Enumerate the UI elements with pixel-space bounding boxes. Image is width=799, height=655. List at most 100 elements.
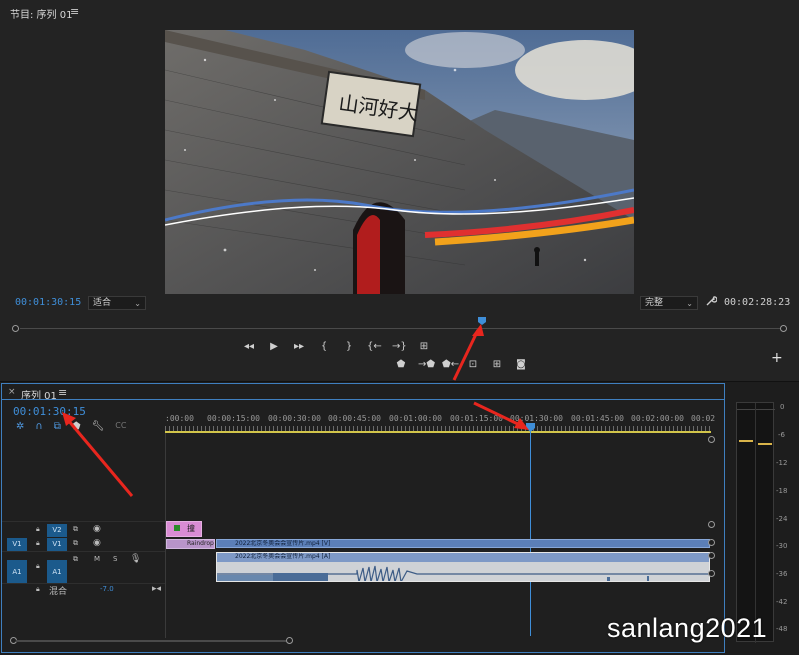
meter-level-right <box>758 443 772 445</box>
audio-clip-label: 2022北京冬奥会会宣传片.mp4 [A] <box>235 553 331 560</box>
nest-icon[interactable]: ✲ <box>16 421 24 432</box>
lock-icon[interactable]: 🔒︎ <box>36 539 40 548</box>
playback-resolution-dropdown[interactable]: 完整 ⌄ <box>640 296 698 310</box>
snap-icon[interactable]: ∩ <box>35 421 42 432</box>
microphone-icon[interactable]: 🎙︎ <box>130 554 141 564</box>
track-header-v1: V1 🔒︎ V1 ⧉ ◉ <box>2 538 165 551</box>
program-monitor-panel: 节目: 序列 01 ≡ 山河好大 00:01:30:15 适合 ⌄ 完整 ⌄ 0… <box>0 0 799 382</box>
video-clip-label: 2022北京冬奥会会宣传片.mp4 [V] <box>235 540 331 547</box>
ruler-label: 00:02 <box>691 414 716 423</box>
audio-meter <box>736 402 775 643</box>
scrubber-start-handle[interactable] <box>12 325 19 332</box>
go-to-out-icon[interactable]: →} <box>392 341 407 353</box>
db-label: -12 <box>776 459 788 467</box>
solo-button[interactable]: S <box>113 555 117 563</box>
db-label: -30 <box>776 542 788 550</box>
mix-volume-value[interactable]: -7.0 <box>100 585 114 593</box>
horizontal-zoom-scrollbar[interactable] <box>10 637 293 645</box>
marker-icon[interactable]: ⬟ <box>394 359 408 371</box>
raindrop-clip[interactable]: Raindrop <box>166 539 215 549</box>
track-header-a1: A1 🔒︎ A1 ⧉ M S 🎙︎ <box>2 551 165 584</box>
video-frame-image: 山河好大 <box>165 30 634 294</box>
sync-lock-icon[interactable]: ⧉ <box>73 539 78 548</box>
work-area-bar[interactable] <box>165 431 711 433</box>
scroll-handle-top[interactable] <box>708 436 715 443</box>
ruler-label: 00:02:00:00 <box>631 414 684 423</box>
time-ruler[interactable]: :00:00 00:00:15:00 00:00:30:00 00:00:45:… <box>165 411 715 433</box>
source-patch-v1[interactable]: V1 <box>7 538 27 551</box>
db-label: -6 <box>778 431 785 439</box>
mark-out-icon[interactable]: } <box>342 341 356 353</box>
wrench-icon[interactable] <box>705 295 718 310</box>
resolution-dropdown-value: 完整 <box>645 298 664 308</box>
track-resize-handle[interactable] <box>708 570 715 577</box>
panel-menu-icon[interactable]: ≡ <box>58 386 67 399</box>
fit-dropdown[interactable]: 适合 ⌄ <box>88 296 146 310</box>
ruler-label: 00:00:30:00 <box>268 414 321 423</box>
scroll-handle-bottom[interactable] <box>708 521 715 528</box>
eye-icon[interactable]: ◉ <box>93 524 101 534</box>
lock-icon[interactable]: 🔒︎ <box>36 585 40 594</box>
track-target-v2[interactable]: V2 <box>47 524 67 537</box>
watermark-text: sanlang2021 <box>607 613 768 643</box>
zoom-handle-right[interactable] <box>286 637 293 644</box>
audio-clip-header: 2022北京冬奥会会宣传片.mp4 [A] <box>217 553 709 562</box>
scrubber-end-handle[interactable] <box>780 325 787 332</box>
program-duration: 00:02:28:23 <box>724 297 791 308</box>
annotation-arrow <box>62 412 134 497</box>
insert-icon[interactable]: →⬟ <box>418 359 435 371</box>
raindrop-clip-label: Raindrop <box>187 540 214 547</box>
db-label: 0 <box>780 403 785 411</box>
track-header-v2: 🔒︎ V2 ⧉ ◉ <box>2 521 165 538</box>
video-clip-v1[interactable]: 2022北京冬奥会会宣传片.mp4 [V] <box>216 539 710 548</box>
title-clip[interactable]: 撞 <box>166 521 202 537</box>
lift-icon[interactable]: ⊞ <box>417 341 431 353</box>
ruler-label: 00:01:00:00 <box>389 414 442 423</box>
add-button-icon[interactable]: + <box>771 350 783 366</box>
lock-icon[interactable]: 🔒︎ <box>36 562 40 571</box>
peak-indicator[interactable] <box>737 403 775 410</box>
track-target-v1[interactable]: V1 <box>47 538 67 551</box>
timeline-header-divider <box>2 399 724 400</box>
play-icon[interactable]: ▶ <box>267 341 281 353</box>
transport-controls: ◂◂ ▶ ▸▸ { } {← →} ⊞ <box>242 341 431 353</box>
step-forward-icon[interactable]: ▸▸ <box>292 341 306 353</box>
sync-lock-icon[interactable]: ⧉ <box>73 525 78 534</box>
export-frame-icon[interactable]: ⊞ <box>490 359 504 371</box>
track-header-mix: 🔒︎ 混合 -7.0 ▸◂ <box>2 583 165 597</box>
chevron-down-icon: ⌄ <box>686 299 693 308</box>
mute-button[interactable]: M <box>94 555 100 563</box>
ruler-label: 00:00:45:00 <box>328 414 381 423</box>
scrubber-track <box>20 328 780 329</box>
db-label: -18 <box>776 487 788 495</box>
go-to-end-icon[interactable]: ▸◂ <box>152 584 161 594</box>
mix-label: 混合 <box>49 587 68 597</box>
sync-lock-icon[interactable]: ⧉ <box>73 555 78 564</box>
program-monitor-title[interactable]: 节目: 序列 01 <box>10 6 72 21</box>
title-clip-label: 撞 <box>187 524 195 533</box>
close-icon[interactable]: × <box>8 387 16 397</box>
video-preview: 山河好大 <box>165 30 634 294</box>
audio-clip-a1[interactable]: 2022北京冬奥会会宣传片.mp4 [A] <box>216 552 710 582</box>
eye-icon[interactable]: ◉ <box>93 538 101 548</box>
track-resize-handle[interactable] <box>708 539 715 546</box>
zoom-track <box>16 640 286 642</box>
playhead-line <box>530 432 531 636</box>
ruler-label: 00:01:45:00 <box>571 414 624 423</box>
track-target-a1[interactable]: A1 <box>47 560 67 584</box>
chevron-down-icon: ⌄ <box>134 299 141 308</box>
program-scrubber[interactable] <box>12 325 788 333</box>
camera-icon[interactable]: ◙ <box>514 359 528 371</box>
fit-dropdown-value: 适合 <box>93 298 112 308</box>
source-patch-a1[interactable]: A1 <box>7 560 27 584</box>
panel-menu-icon[interactable]: ≡ <box>70 5 79 18</box>
step-back-icon[interactable]: ◂◂ <box>242 341 256 353</box>
track-resize-handle[interactable] <box>708 552 715 559</box>
mark-in-icon[interactable]: { <box>317 341 331 353</box>
program-current-timecode[interactable]: 00:01:30:15 <box>15 297 81 308</box>
ruler-label: :00:00 <box>165 414 194 423</box>
go-to-in-icon[interactable]: {← <box>367 341 382 353</box>
annotation-arrow <box>473 401 529 430</box>
lock-icon[interactable]: 🔒︎ <box>36 525 40 534</box>
db-label: -36 <box>776 570 788 578</box>
